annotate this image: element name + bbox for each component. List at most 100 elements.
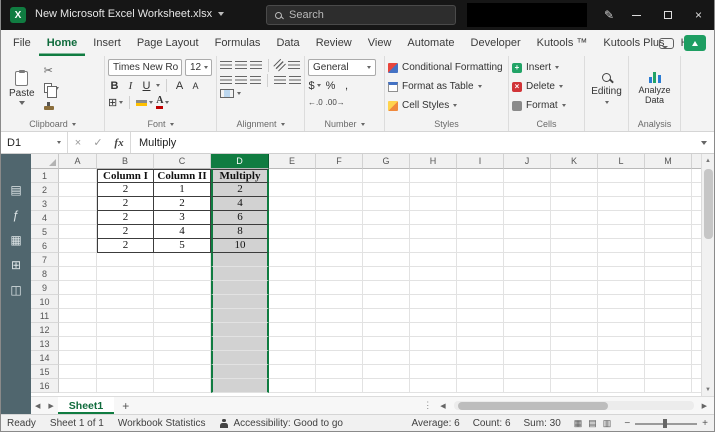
cell-B12[interactable] xyxy=(97,323,154,337)
cell-styles-button[interactable]: Cell Styles xyxy=(388,97,505,114)
cell-D15[interactable] xyxy=(211,365,269,379)
cell-J13[interactable] xyxy=(504,337,551,351)
cell-F6[interactable] xyxy=(316,239,363,253)
cell-N6[interactable] xyxy=(692,239,701,253)
clipboard-dialog-launcher[interactable] xyxy=(71,122,76,126)
cell-E4[interactable] xyxy=(269,211,316,225)
cell-L8[interactable] xyxy=(598,267,645,281)
search-input[interactable]: Search xyxy=(266,5,456,25)
align-bottom-icon[interactable] xyxy=(250,61,262,70)
cell-F11[interactable] xyxy=(316,309,363,323)
cell-K6[interactable] xyxy=(551,239,598,253)
cell-A3[interactable] xyxy=(59,197,97,211)
cell-L12[interactable] xyxy=(598,323,645,337)
cell-K10[interactable] xyxy=(551,295,598,309)
tab-developer[interactable]: Developer xyxy=(463,30,529,56)
cell-K4[interactable] xyxy=(551,211,598,225)
row-header-12[interactable]: 12 xyxy=(31,323,59,337)
cell-D1[interactable]: Multiply xyxy=(211,169,269,183)
cell-H10[interactable] xyxy=(410,295,457,309)
cell-K14[interactable] xyxy=(551,351,598,365)
cell-E13[interactable] xyxy=(269,337,316,351)
accessibility-status[interactable]: Accessibility: Good to go xyxy=(219,418,343,429)
row-header-3[interactable]: 3 xyxy=(31,197,59,211)
row-header-11[interactable]: 11 xyxy=(31,309,59,323)
decrease-decimal-button[interactable]: .00→ xyxy=(326,95,345,110)
format-painter-button[interactable] xyxy=(43,99,59,114)
cell-E10[interactable] xyxy=(269,295,316,309)
cell-F7[interactable] xyxy=(316,253,363,267)
cell-G5[interactable] xyxy=(363,225,410,239)
cell-H13[interactable] xyxy=(410,337,457,351)
cell-B11[interactable] xyxy=(97,309,154,323)
increase-indent-icon[interactable] xyxy=(289,76,301,85)
col-header-A[interactable]: A xyxy=(59,154,97,169)
cell-I14[interactable] xyxy=(457,351,504,365)
cell-L2[interactable] xyxy=(598,183,645,197)
enter-entry-button[interactable]: ✓ xyxy=(88,136,108,149)
cell-C4[interactable]: 3 xyxy=(154,211,211,225)
col-header-F[interactable]: F xyxy=(316,154,363,169)
cell-J12[interactable] xyxy=(504,323,551,337)
cell-N1[interactable] xyxy=(692,169,701,183)
cell-N15[interactable] xyxy=(692,365,701,379)
col-header-M[interactable]: M xyxy=(645,154,692,169)
columns-icon[interactable]: ◫ xyxy=(10,284,21,296)
cell-E1[interactable] xyxy=(269,169,316,183)
cell-J8[interactable] xyxy=(504,267,551,281)
cell-H15[interactable] xyxy=(410,365,457,379)
row-header-7[interactable]: 7 xyxy=(31,253,59,267)
cell-A5[interactable] xyxy=(59,225,97,239)
row-header-6[interactable]: 6 xyxy=(31,239,59,253)
cell-A13[interactable] xyxy=(59,337,97,351)
cell-H8[interactable] xyxy=(410,267,457,281)
next-sheet-button[interactable]: ▶ xyxy=(44,397,57,414)
zoom-slider-thumb[interactable] xyxy=(663,419,668,428)
cell-L5[interactable] xyxy=(598,225,645,239)
cell-C3[interactable]: 2 xyxy=(154,197,211,211)
cell-M12[interactable] xyxy=(645,323,692,337)
cell-M1[interactable] xyxy=(645,169,692,183)
cell-H2[interactable] xyxy=(410,183,457,197)
cell-I2[interactable] xyxy=(457,183,504,197)
cell-M11[interactable] xyxy=(645,309,692,323)
cell-M16[interactable] xyxy=(645,379,692,393)
cell-A6[interactable] xyxy=(59,239,97,253)
cell-C9[interactable] xyxy=(154,281,211,295)
prev-sheet-button[interactable]: ◀ xyxy=(31,397,44,414)
increase-font-button[interactable]: A xyxy=(173,78,186,93)
cell-G13[interactable] xyxy=(363,337,410,351)
share-button[interactable] xyxy=(684,35,706,51)
cell-J7[interactable] xyxy=(504,253,551,267)
tab-split-handle[interactable]: ⋮ xyxy=(423,400,432,411)
workbook-statistics-button[interactable]: Workbook Statistics xyxy=(118,418,206,429)
cell-B8[interactable] xyxy=(97,267,154,281)
accounting-format-button[interactable]: $ xyxy=(308,78,321,93)
cell-E15[interactable] xyxy=(269,365,316,379)
col-header-G[interactable]: G xyxy=(363,154,410,169)
wrap-text-icon[interactable] xyxy=(288,61,300,70)
cell-F10[interactable] xyxy=(316,295,363,309)
cell-G8[interactable] xyxy=(363,267,410,281)
col-header-H[interactable]: H xyxy=(410,154,457,169)
cell-H16[interactable] xyxy=(410,379,457,393)
decrease-indent-icon[interactable] xyxy=(274,76,287,85)
cell-I5[interactable] xyxy=(457,225,504,239)
col-header-E[interactable]: E xyxy=(269,154,316,169)
maximize-button[interactable] xyxy=(652,0,683,30)
cell-B7[interactable] xyxy=(97,253,154,267)
cell-L7[interactable] xyxy=(598,253,645,267)
cell-E6[interactable] xyxy=(269,239,316,253)
cell-B16[interactable] xyxy=(97,379,154,393)
cell-F3[interactable] xyxy=(316,197,363,211)
cell-I7[interactable] xyxy=(457,253,504,267)
cell-K1[interactable] xyxy=(551,169,598,183)
cell-N9[interactable] xyxy=(692,281,701,295)
tab-automate[interactable]: Automate xyxy=(399,30,462,56)
cell-E9[interactable] xyxy=(269,281,316,295)
vertical-scroll-thumb[interactable] xyxy=(703,169,713,239)
cell-L14[interactable] xyxy=(598,351,645,365)
merge-center-icon[interactable] xyxy=(220,89,234,98)
cell-K12[interactable] xyxy=(551,323,598,337)
cell-F2[interactable] xyxy=(316,183,363,197)
